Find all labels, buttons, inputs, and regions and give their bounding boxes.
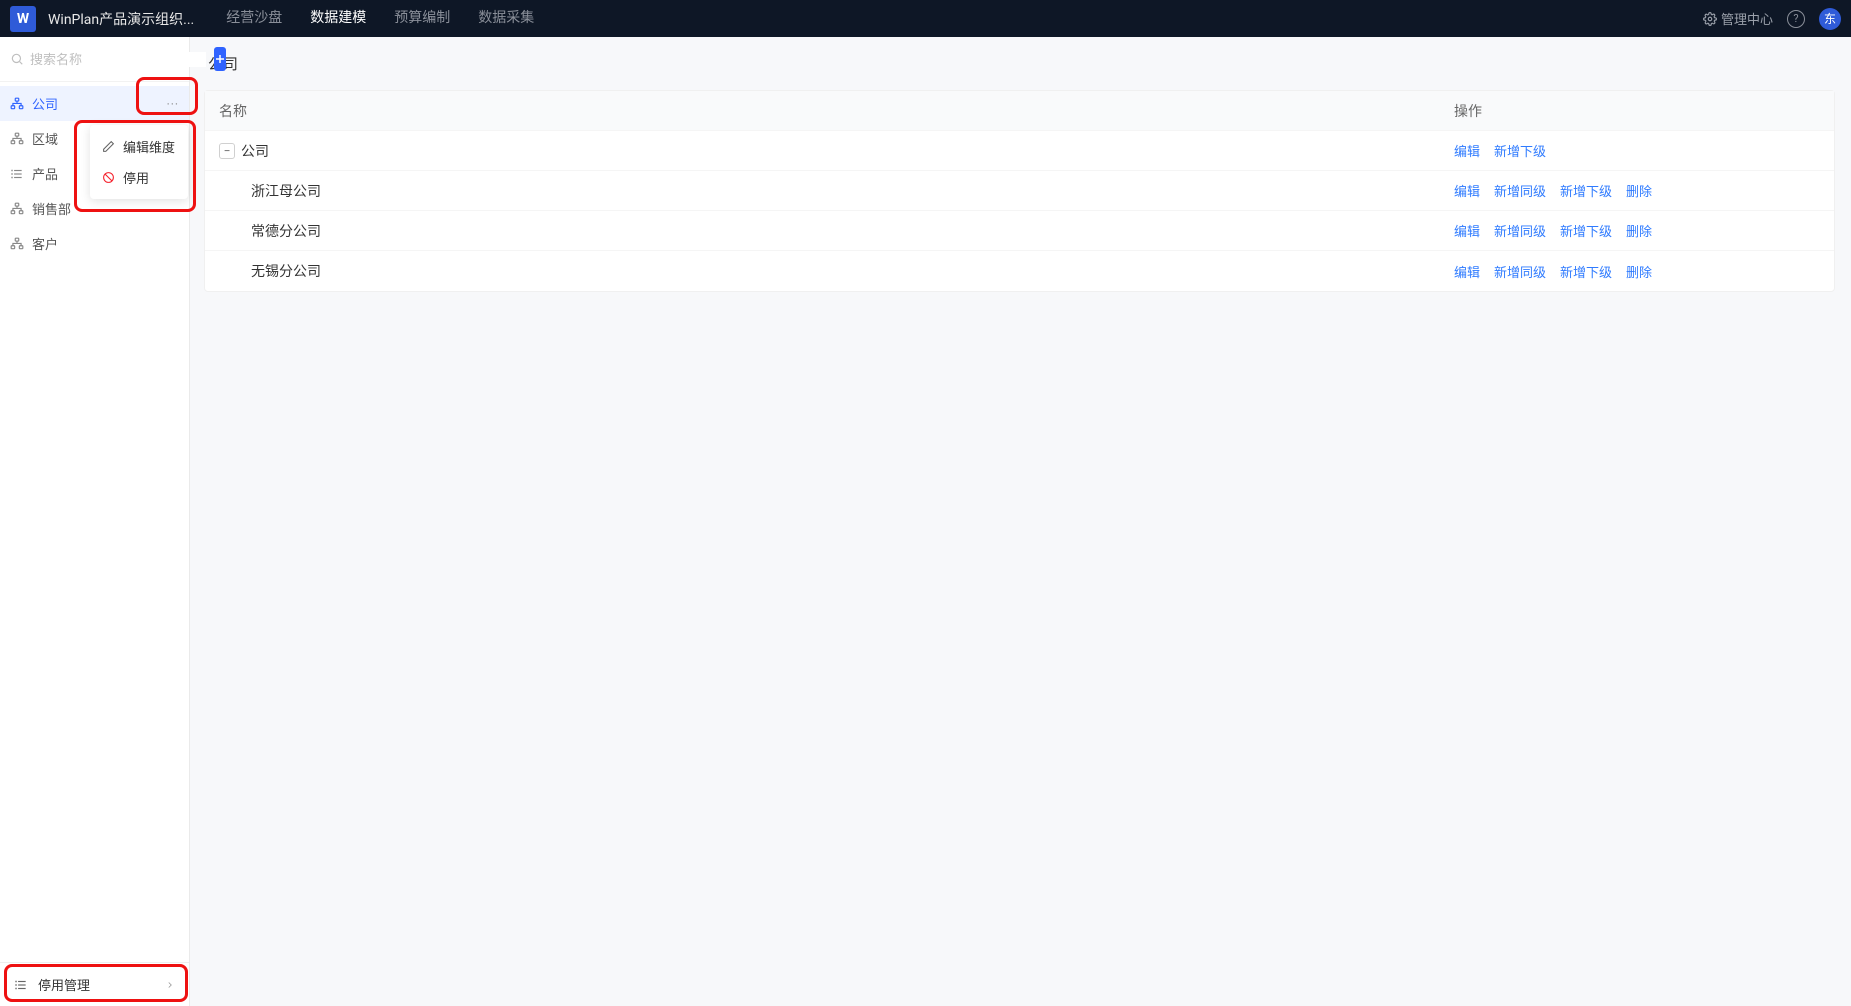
- collapse-toggle[interactable]: −: [219, 143, 235, 159]
- op-edit[interactable]: 编辑: [1454, 221, 1480, 240]
- cell-name: 浙江母公司: [205, 181, 1442, 201]
- row-name-label: 公司: [241, 141, 269, 161]
- row-name-label: 常德分公司: [251, 221, 321, 241]
- op-add-peer[interactable]: 新增同级: [1494, 181, 1546, 200]
- search-input[interactable]: [30, 52, 206, 67]
- tab-data-model[interactable]: 数据建模: [310, 0, 366, 37]
- topbar-right: 管理中心 ? 东: [1703, 8, 1841, 30]
- op-add-child[interactable]: 新增下级: [1560, 181, 1612, 200]
- op-edit[interactable]: 编辑: [1454, 262, 1480, 281]
- sidebar-item-company[interactable]: 公司 ···: [0, 86, 189, 121]
- top-tabs: 经营沙盘 数据建模 预算编制 数据采集: [226, 0, 534, 37]
- org-icon: [10, 132, 24, 146]
- op-add-child[interactable]: 新增下级: [1560, 262, 1612, 281]
- company-table: 名称 操作 − 公司 编辑 新增下级 浙江母公司 编辑 新: [204, 90, 1835, 292]
- sidebar-item-label: 产品: [32, 164, 58, 183]
- org-icon: [10, 202, 24, 216]
- menu-disable-label: 停用: [123, 168, 149, 187]
- table-row: 常德分公司 编辑 新增同级 新增下级 删除: [205, 211, 1834, 251]
- op-add-peer[interactable]: 新增同级: [1494, 262, 1546, 281]
- table-header-row: 名称 操作: [205, 91, 1834, 131]
- table-row: − 公司 编辑 新增下级: [205, 131, 1834, 171]
- sidebar-item-label: 销售部: [32, 199, 71, 218]
- op-add-peer[interactable]: 新增同级: [1494, 221, 1546, 240]
- col-name-header: 名称: [205, 101, 1442, 121]
- disabled-management-label: 停用管理: [38, 975, 90, 994]
- sidebar-search-row: [0, 37, 189, 82]
- search-input-wrap: [10, 52, 206, 67]
- menu-edit-label: 编辑维度: [123, 137, 175, 156]
- tab-budget[interactable]: 预算编制: [394, 0, 450, 37]
- management-center-label: 管理中心: [1721, 9, 1773, 28]
- op-add-child[interactable]: 新增下级: [1494, 141, 1546, 160]
- org-icon: [10, 97, 24, 111]
- more-icon[interactable]: ···: [167, 97, 179, 111]
- main-content: 公司 名称 操作 − 公司 编辑 新增下级 浙江母公司: [190, 37, 1851, 1006]
- management-center-link[interactable]: 管理中心: [1703, 9, 1773, 28]
- dimension-context-menu: 编辑维度 停用: [90, 125, 188, 199]
- op-delete[interactable]: 删除: [1626, 221, 1652, 240]
- cell-name: 无锡分公司: [205, 261, 1442, 281]
- forbidden-icon: [102, 171, 115, 184]
- col-ops-header: 操作: [1442, 101, 1834, 121]
- topbar: W WinPlan产品演示组织... 经营沙盘 数据建模 预算编制 数据采集 管…: [0, 0, 1851, 37]
- edit-icon: [102, 140, 115, 153]
- page-title: 公司: [208, 53, 1835, 74]
- sidebar-list: 公司 ··· 区域 产品 销售部: [0, 82, 189, 962]
- sidebar-item-label: 公司: [32, 94, 58, 113]
- layout: 公司 ··· 区域 产品 销售部: [0, 37, 1851, 1006]
- tab-dashboard[interactable]: 经营沙盘: [226, 0, 282, 37]
- op-delete[interactable]: 删除: [1626, 262, 1652, 281]
- op-delete[interactable]: 删除: [1626, 181, 1652, 200]
- op-edit[interactable]: 编辑: [1454, 181, 1480, 200]
- cell-name: 常德分公司: [205, 221, 1442, 241]
- disabled-management-button[interactable]: 停用管理: [0, 962, 189, 1006]
- cell-ops: 编辑 新增同级 新增下级 删除: [1442, 221, 1834, 240]
- search-icon: [10, 52, 24, 66]
- menu-disable-dimension[interactable]: 停用: [90, 162, 188, 193]
- org-icon: [10, 237, 24, 251]
- list-icon: [14, 978, 28, 992]
- cell-ops: 编辑 新增同级 新增下级 删除: [1442, 181, 1834, 200]
- sidebar-item-label: 区域: [32, 129, 58, 148]
- cell-ops: 编辑 新增同级 新增下级 删除: [1442, 262, 1834, 281]
- add-dimension-button[interactable]: [214, 47, 226, 71]
- menu-edit-dimension[interactable]: 编辑维度: [90, 131, 188, 162]
- row-name-label: 无锡分公司: [251, 261, 321, 281]
- sidebar-item-label: 客户: [32, 234, 58, 253]
- user-avatar[interactable]: 东: [1819, 8, 1841, 30]
- list-icon: [10, 167, 24, 181]
- app-title: WinPlan产品演示组织...: [48, 9, 194, 29]
- plus-icon: [214, 53, 226, 65]
- cell-ops: 编辑 新增下级: [1442, 141, 1834, 160]
- op-edit[interactable]: 编辑: [1454, 141, 1480, 160]
- cell-name: − 公司: [205, 141, 1442, 161]
- chevron-right-icon: [165, 980, 175, 990]
- row-name-label: 浙江母公司: [251, 181, 321, 201]
- sidebar: 公司 ··· 区域 产品 销售部: [0, 37, 190, 1006]
- table-row: 无锡分公司 编辑 新增同级 新增下级 删除: [205, 251, 1834, 291]
- table-row: 浙江母公司 编辑 新增同级 新增下级 删除: [205, 171, 1834, 211]
- tab-collection[interactable]: 数据采集: [478, 0, 534, 37]
- gear-icon: [1703, 12, 1717, 26]
- app-logo: W: [10, 6, 36, 32]
- help-icon[interactable]: ?: [1787, 10, 1805, 28]
- sidebar-item-customer[interactable]: 客户: [0, 226, 189, 261]
- topbar-left: W WinPlan产品演示组织... 经营沙盘 数据建模 预算编制 数据采集: [10, 0, 534, 37]
- op-add-child[interactable]: 新增下级: [1560, 221, 1612, 240]
